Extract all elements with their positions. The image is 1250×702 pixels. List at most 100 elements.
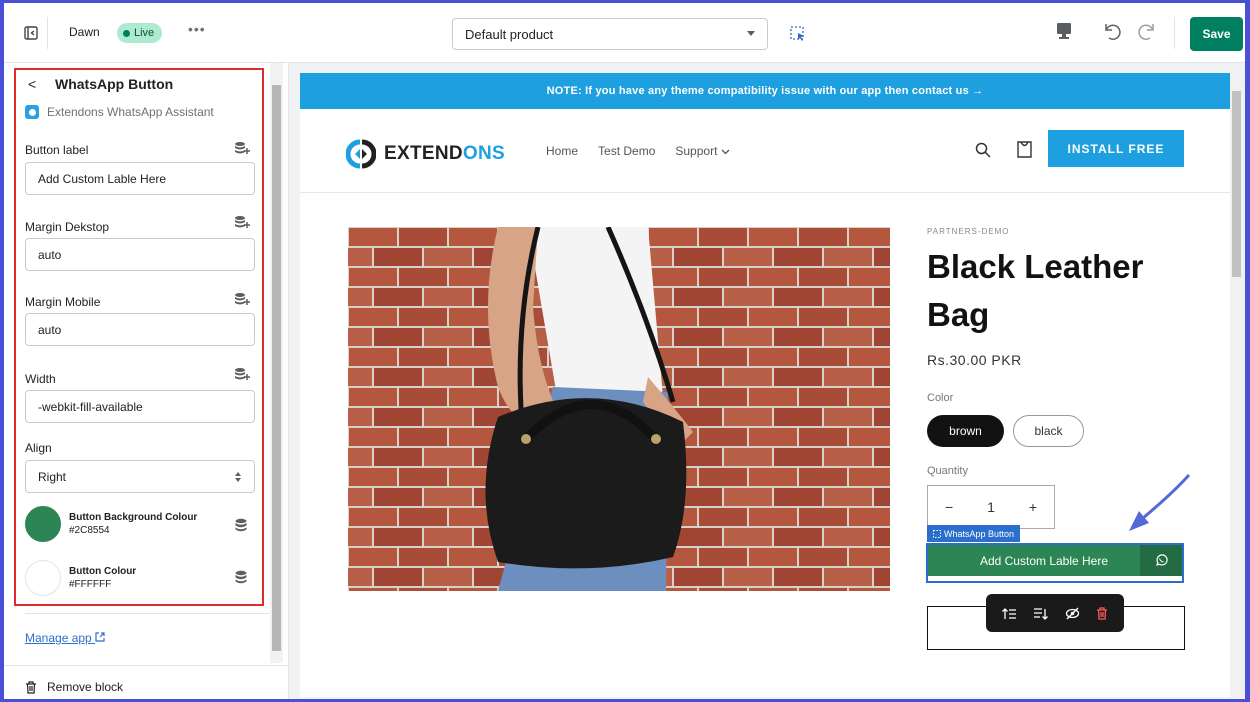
- cart-bag-icon: [1017, 141, 1032, 158]
- bg-colour-label: Button Background Colour: [69, 512, 198, 523]
- block-selection-tag: WhatsApp Button: [927, 525, 1021, 542]
- external-link-icon: [95, 632, 105, 642]
- template-select[interactable]: Default product: [452, 18, 768, 50]
- template-select-value: Default product: [465, 26, 554, 42]
- width-input[interactable]: -webkit-fill-available: [25, 390, 255, 423]
- variant-black-button[interactable]: black: [1013, 415, 1084, 447]
- button-colour-hex: #FFFFFF: [69, 579, 112, 590]
- theme-name: Dawn: [69, 25, 100, 39]
- cart-button[interactable]: [1016, 140, 1033, 164]
- block-dashed-icon: [933, 529, 941, 538]
- select-arrows-icon: [235, 471, 241, 482]
- dynamic-source-icon[interactable]: [235, 518, 247, 532]
- desktop-icon: [1057, 23, 1071, 39]
- align-select[interactable]: Right: [25, 460, 255, 493]
- manage-app-link[interactable]: Manage app: [25, 631, 105, 645]
- button-label-label: Button label: [25, 143, 89, 157]
- product-photo-illustration: [348, 227, 890, 591]
- annotation-arrow: [1129, 473, 1191, 531]
- redo-icon: [1138, 24, 1154, 40]
- sidebar-scrollbar-thumb[interactable]: [272, 85, 281, 651]
- move-up-icon[interactable]: [1002, 607, 1017, 620]
- bg-colour-setting[interactable]: Button Background Colour #2C8554: [25, 506, 197, 542]
- sidebar-title: WhatsApp Button: [55, 76, 174, 92]
- editor-topbar: Dawn Live ••• Default product Save: [4, 3, 1245, 63]
- margin-mobile-input[interactable]: auto: [25, 313, 255, 346]
- store-header: EXTENDONS Home Test Demo Support INSTALL…: [300, 109, 1230, 193]
- live-badge: Live: [117, 23, 163, 43]
- manage-app-label: Manage app: [25, 631, 92, 645]
- remove-block-button[interactable]: Remove block: [25, 680, 123, 694]
- button-colour-setting[interactable]: Button Colour #FFFFFF: [25, 560, 136, 596]
- block-action-toolbar: [986, 594, 1124, 632]
- product-price: Rs.30.00 PKR: [927, 352, 1022, 368]
- margin-desktop-input[interactable]: auto: [25, 238, 255, 271]
- announcement-bar[interactable]: NOTE: If you have any theme compatibilit…: [300, 73, 1230, 109]
- dynamic-source-icon[interactable]: [235, 570, 247, 584]
- product-vendor: PARTNERS-DEMO: [927, 227, 1010, 236]
- delete-trash-icon[interactable]: [1096, 606, 1108, 620]
- nav-item-home[interactable]: Home: [546, 144, 578, 158]
- desktop-view-button[interactable]: [1056, 22, 1072, 45]
- align-label: Align: [25, 441, 52, 455]
- live-dot-icon: [123, 29, 130, 37]
- hide-eye-slash-icon[interactable]: [1065, 607, 1080, 620]
- product-title: Black Leather Bag: [927, 248, 1144, 333]
- width-label: Width: [25, 372, 56, 386]
- margin-desktop-label: Margin Dekstop: [25, 220, 110, 234]
- dynamic-source-icon[interactable]: [234, 215, 250, 229]
- store-logo[interactable]: EXTENDONS: [346, 139, 505, 169]
- dynamic-source-icon[interactable]: [234, 141, 250, 155]
- exit-icon: [23, 26, 38, 40]
- caret-down-icon: [747, 31, 755, 36]
- undo-button[interactable]: [1102, 20, 1122, 47]
- main-nav: Home Test Demo Support: [546, 144, 730, 158]
- nav-item-test-demo[interactable]: Test Demo: [598, 144, 655, 158]
- save-button[interactable]: Save: [1190, 17, 1243, 51]
- nav-item-support[interactable]: Support: [675, 144, 730, 158]
- extendons-logo-icon: [346, 139, 376, 169]
- product-image[interactable]: [348, 227, 890, 591]
- quantity-increase-button[interactable]: +: [1029, 499, 1037, 515]
- more-actions-button[interactable]: •••: [188, 21, 206, 37]
- button-colour-swatch[interactable]: [25, 560, 61, 596]
- redo-button[interactable]: [1137, 20, 1157, 47]
- quantity-stepper: − 1 +: [927, 485, 1055, 529]
- undo-icon: [1105, 24, 1121, 40]
- bg-colour-swatch[interactable]: [25, 506, 61, 542]
- button-label-input[interactable]: Add Custom Lable Here: [25, 162, 255, 195]
- whatsapp-button[interactable]: Add Custom Lable Here: [928, 545, 1182, 576]
- trash-icon: [26, 680, 36, 694]
- chevron-down-icon: [721, 149, 730, 155]
- search-button[interactable]: [975, 142, 991, 163]
- variant-brown-button[interactable]: brown: [927, 415, 1004, 447]
- inspector-cursor-icon: [790, 26, 804, 41]
- window-frame: Dawn Live ••• Default product Save < Wha…: [0, 0, 1250, 702]
- margin-mobile-label: Margin Mobile: [25, 295, 101, 309]
- bg-colour-text: Button Background Colour #2C8554: [69, 511, 197, 537]
- back-button[interactable]: <: [28, 76, 36, 92]
- remove-block-label: Remove block: [47, 680, 124, 694]
- exit-editor-button[interactable]: [14, 17, 48, 49]
- move-down-icon[interactable]: [1033, 607, 1049, 620]
- whatsapp-icon-box: [1140, 545, 1182, 576]
- quantity-decrease-button[interactable]: −: [945, 499, 953, 515]
- inspector-toggle-button[interactable]: [784, 20, 812, 48]
- divider: [4, 665, 289, 666]
- install-free-button[interactable]: INSTALL FREE: [1048, 130, 1184, 167]
- nav-item-support-label: Support: [675, 144, 718, 158]
- dynamic-source-icon[interactable]: [234, 292, 250, 306]
- quantity-label: Quantity: [927, 465, 968, 477]
- button-colour-label: Button Colour: [69, 566, 137, 577]
- live-badge-label: Live: [134, 27, 155, 39]
- quantity-value[interactable]: 1: [987, 499, 995, 515]
- block-tag-label: WhatsApp Button: [944, 528, 1015, 539]
- app-source: Extendons WhatsApp Assistant: [25, 105, 214, 119]
- logo-text-prefix: EXTEND: [384, 143, 463, 164]
- dynamic-source-icon[interactable]: [234, 367, 250, 381]
- logo-text-accent: ONS: [462, 143, 505, 164]
- button-colour-text: Button Colour #FFFFFF: [69, 565, 136, 591]
- topbar-divider: [1174, 17, 1175, 49]
- preview-scrollbar-thumb[interactable]: [1232, 91, 1241, 277]
- search-icon: [975, 142, 991, 158]
